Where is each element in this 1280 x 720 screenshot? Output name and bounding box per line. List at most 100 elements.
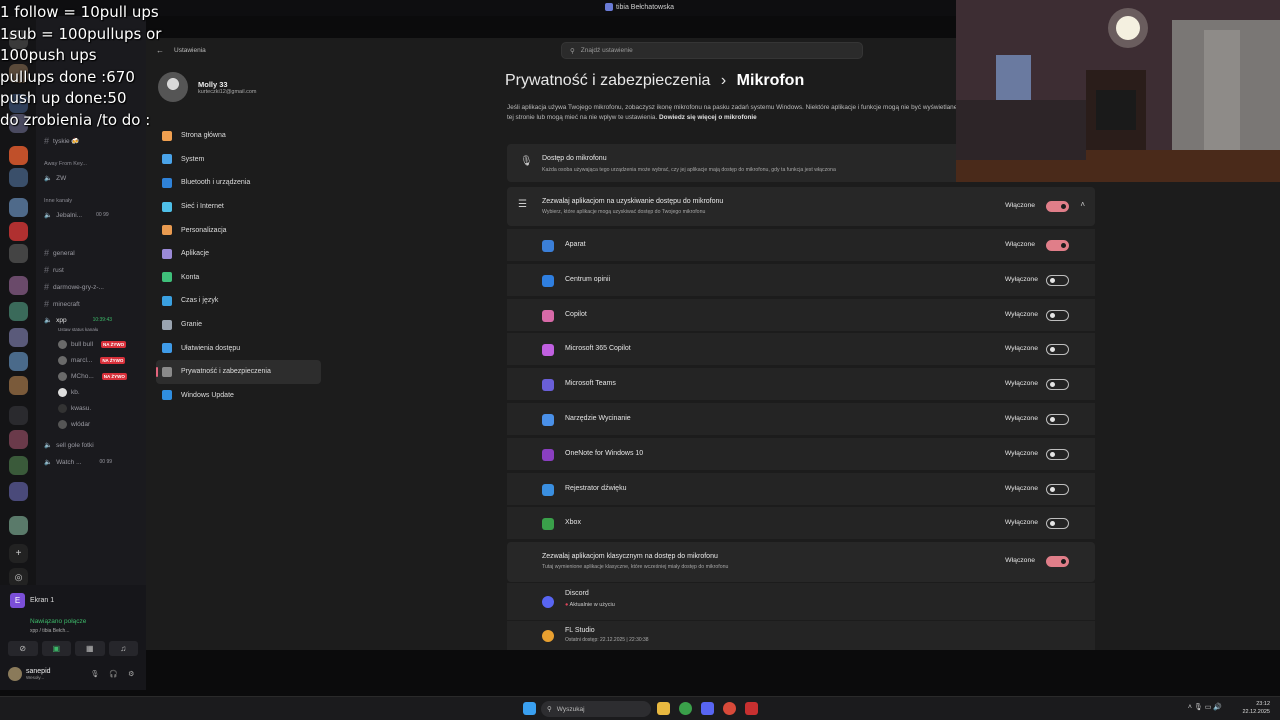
headphones-icon[interactable]: 🎧 bbox=[109, 670, 118, 678]
screen-share-item[interactable]: E Ekran 1 bbox=[10, 593, 54, 608]
nav-item[interactable]: Ułatwienia dostępu bbox=[156, 336, 321, 360]
app-toggle[interactable] bbox=[1046, 344, 1069, 356]
server-icon[interactable] bbox=[9, 430, 28, 449]
gear-icon[interactable]: ⚙ bbox=[128, 670, 134, 678]
nav-item[interactable]: Windows Update bbox=[156, 384, 321, 408]
tray-icons[interactable]: ˄ 🎙 ▭ 🔊 bbox=[1188, 703, 1222, 711]
server-icon[interactable] bbox=[9, 302, 28, 321]
category-header[interactable]: Inne kanały bbox=[44, 198, 72, 204]
user-profile[interactable]: Molly 33 kurteczki12@gmail.com bbox=[158, 72, 256, 102]
file-explorer-icon[interactable] bbox=[657, 702, 670, 715]
server-icon[interactable] bbox=[9, 222, 28, 241]
app-icon[interactable] bbox=[745, 702, 758, 715]
discord-icon[interactable] bbox=[701, 702, 714, 715]
nav-item[interactable]: Bluetooth i urządzenia bbox=[156, 171, 321, 195]
app-toggle[interactable] bbox=[1046, 414, 1069, 425]
app-toggle[interactable] bbox=[1046, 379, 1069, 391]
avatar bbox=[58, 356, 67, 365]
channel-item[interactable]: # minecraft bbox=[44, 299, 80, 309]
mic-access-title: Dostęp do mikrofonu bbox=[542, 155, 607, 162]
server-icon[interactable] bbox=[9, 352, 28, 371]
classic-apps-toggle[interactable] bbox=[1046, 556, 1069, 567]
channel-item[interactable]: # rust bbox=[44, 265, 64, 275]
chrome-icon[interactable] bbox=[723, 702, 736, 715]
nav-item[interactable]: Prywatność i zabezpieczenia bbox=[156, 359, 321, 384]
taskbar-search[interactable]: ⚲ Wyszukaj bbox=[541, 701, 651, 717]
voice-channel[interactable]: 🔈 sell gole fotki bbox=[44, 441, 94, 450]
learn-more-link[interactable]: Dowiedz się więcej o mikrofonie bbox=[659, 114, 757, 121]
app-name: Rejestrator dźwięku bbox=[565, 484, 627, 492]
voice-user[interactable]: kwasu. bbox=[58, 404, 91, 413]
app-toggle[interactable] bbox=[1046, 274, 1069, 286]
breadcrumb-parent[interactable]: Prywatność i zabezpieczenia bbox=[505, 72, 710, 89]
nav-label: Prywatność i zabezpieczenia bbox=[181, 368, 271, 376]
channel-item[interactable]: # tyskie 🍻 bbox=[44, 136, 80, 146]
server-icon[interactable] bbox=[9, 146, 28, 165]
nav-item[interactable]: Strona główna bbox=[156, 124, 321, 148]
live-badge: NA ŻYWO bbox=[100, 357, 126, 364]
classic-apps-card[interactable]: Zezwalaj aplikacjom klasycznym na dostęp… bbox=[507, 542, 1095, 582]
app-toggle[interactable] bbox=[1046, 518, 1069, 530]
server-icon[interactable] bbox=[9, 456, 28, 475]
server-icon[interactable] bbox=[9, 276, 28, 295]
chevron-up-icon[interactable]: ˄ bbox=[1080, 200, 1085, 209]
server-icon[interactable] bbox=[9, 406, 28, 425]
channel-item[interactable]: # darmowe-gry-z-... bbox=[44, 282, 104, 292]
app-permission-row: Microsoft Teams Wyłączone bbox=[507, 367, 1095, 401]
nav-label: Personalizacja bbox=[181, 226, 227, 234]
channel-status[interactable]: Ustaw status kanału bbox=[58, 327, 98, 332]
server-icon[interactable] bbox=[9, 244, 28, 263]
nav-label: Konta bbox=[181, 273, 200, 281]
server-icon[interactable] bbox=[9, 516, 28, 535]
app-state: Wyłączone bbox=[1004, 380, 1038, 388]
add-server-icon[interactable]: + bbox=[9, 544, 28, 563]
camera-button[interactable]: ⊘ bbox=[8, 641, 38, 656]
nav-item[interactable]: Aplikacje bbox=[156, 242, 321, 266]
voice-user[interactable]: marcl... NA ŻYWO bbox=[58, 356, 126, 365]
voice-channel[interactable]: 🔈 Jebalni... 00 99 bbox=[44, 211, 109, 220]
server-icon[interactable] bbox=[9, 328, 28, 347]
app-toggle[interactable] bbox=[1046, 240, 1069, 251]
app-name: Xbox bbox=[565, 519, 581, 527]
speaker-icon: 🔈 bbox=[44, 442, 53, 449]
mic-icon[interactable]: 🎙 bbox=[91, 670, 100, 678]
settings-search-input[interactable]: ⚲ Znajdź ustawienie bbox=[561, 42, 863, 59]
voice-user[interactable]: wlódar bbox=[58, 420, 90, 429]
app-toggle[interactable] bbox=[1046, 448, 1069, 460]
allow-apps-toggle[interactable] bbox=[1046, 201, 1069, 212]
screen-share-button[interactable]: ▣ bbox=[41, 641, 71, 656]
nav-icon bbox=[162, 130, 172, 141]
user-panel[interactable]: sanepid Wesoły... 🎙 🎧 ⚙ bbox=[8, 667, 134, 681]
soundboard-button[interactable]: ♫ bbox=[108, 641, 138, 656]
microphone-icon: 🎙 bbox=[520, 156, 533, 167]
nav-item[interactable]: Granie bbox=[156, 313, 321, 337]
nav-icon bbox=[162, 225, 172, 236]
voice-user[interactable]: MCho... NA ŻYWO bbox=[58, 372, 127, 381]
nav-item[interactable]: Czas i język bbox=[156, 289, 321, 313]
nav-item[interactable]: System bbox=[156, 148, 321, 172]
app-toggle[interactable] bbox=[1046, 309, 1069, 321]
category-header[interactable]: Away From Key... bbox=[44, 161, 87, 167]
nav-item[interactable]: Personalizacja bbox=[156, 218, 321, 242]
nav-label: Granie bbox=[181, 321, 203, 329]
voice-channel[interactable]: 🔈 Watch ... 00 99 bbox=[44, 458, 112, 467]
clock[interactable]: 23:12 22.12.2025 bbox=[1242, 700, 1270, 716]
voice-channel-active[interactable]: 🔈 xpp 10:39:43 bbox=[44, 316, 112, 325]
voice-user[interactable]: bull bull NA ŻYWO bbox=[58, 340, 127, 349]
voice-user[interactable]: kb. bbox=[58, 388, 80, 397]
server-icon[interactable] bbox=[9, 482, 28, 501]
allow-apps-card[interactable]: ☰ Zezwalaj aplikacjom na uzyskiwanie dos… bbox=[507, 187, 1095, 226]
app-permission-row: Rejestrator dźwięku Wyłączone bbox=[507, 471, 1095, 505]
server-icon[interactable] bbox=[9, 198, 28, 217]
connection-channel[interactable]: xpp / tibia Bełch... bbox=[30, 628, 69, 634]
channel-item[interactable]: # general bbox=[44, 248, 75, 258]
activities-button[interactable]: ▦ bbox=[75, 641, 105, 656]
server-icon[interactable] bbox=[9, 376, 28, 395]
nav-item[interactable]: Konta bbox=[156, 266, 321, 290]
voice-channel[interactable]: 🔈 ZW bbox=[44, 174, 66, 183]
app-toggle[interactable] bbox=[1046, 483, 1069, 495]
server-icon[interactable] bbox=[9, 168, 28, 187]
windows-start-icon[interactable] bbox=[523, 702, 536, 715]
nav-item[interactable]: Sieć i Internet bbox=[156, 195, 321, 219]
chrome-icon[interactable] bbox=[679, 702, 692, 715]
